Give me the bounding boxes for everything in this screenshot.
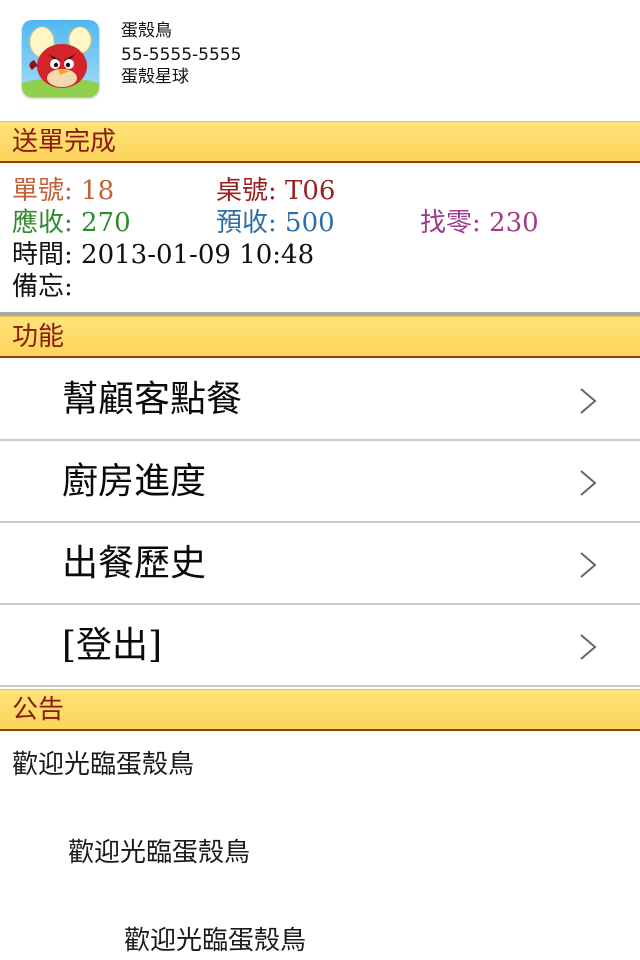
order-section-title: 送單完成	[12, 127, 117, 157]
order-section-header: 送單完成	[0, 121, 640, 163]
announcement-line: 歡迎光臨蛋殼鳥	[12, 750, 195, 780]
shop-phone: 55-5555-5555	[121, 45, 242, 65]
menu-item-label: [登出]	[62, 625, 163, 666]
chevron-right-icon	[580, 470, 597, 496]
shop-name: 蛋殼鳥	[121, 21, 172, 41]
menu-item-serving-history[interactable]: 出餐歷史	[0, 523, 640, 605]
chevron-right-icon	[580, 388, 597, 414]
announcement-line: 歡迎光臨蛋殼鳥	[68, 838, 251, 868]
table-number: 桌號: T06	[216, 176, 336, 206]
menu-item-label: 廚房進度	[62, 461, 207, 502]
menu-item-label: 幫顧客點餐	[62, 379, 243, 420]
announcement-section-header: 公告	[0, 689, 640, 731]
amount-prepaid: 預收: 500	[216, 208, 335, 238]
amount-due: 應收: 270	[12, 208, 131, 238]
angry-bird-egg-icon	[22, 20, 99, 97]
shop-location: 蛋殼星球	[121, 67, 189, 87]
menu-item-logout[interactable]: [登出]	[0, 605, 640, 687]
order-memo: 備忘:	[12, 272, 73, 302]
app-header: 蛋殼鳥 55-5555-5555 蛋殼星球	[0, 0, 640, 120]
menu-item-order-for-customer[interactable]: 幫顧客點餐	[0, 359, 640, 441]
menu-item-label: 出餐歷史	[62, 543, 207, 584]
order-time: 時間: 2013-01-09 10:48	[12, 240, 315, 270]
order-number: 單號: 18	[12, 176, 115, 206]
change-amount: 找零: 230	[420, 208, 539, 238]
function-section-header: 功能	[0, 316, 640, 358]
chevron-right-icon	[580, 634, 597, 660]
function-section-title: 功能	[12, 322, 65, 352]
announcement-section-title: 公告	[12, 695, 65, 725]
menu-item-kitchen-progress[interactable]: 廚房進度	[0, 441, 640, 523]
announcement-line: 歡迎光臨蛋殼鳥	[124, 926, 307, 956]
chevron-right-icon	[580, 552, 597, 578]
